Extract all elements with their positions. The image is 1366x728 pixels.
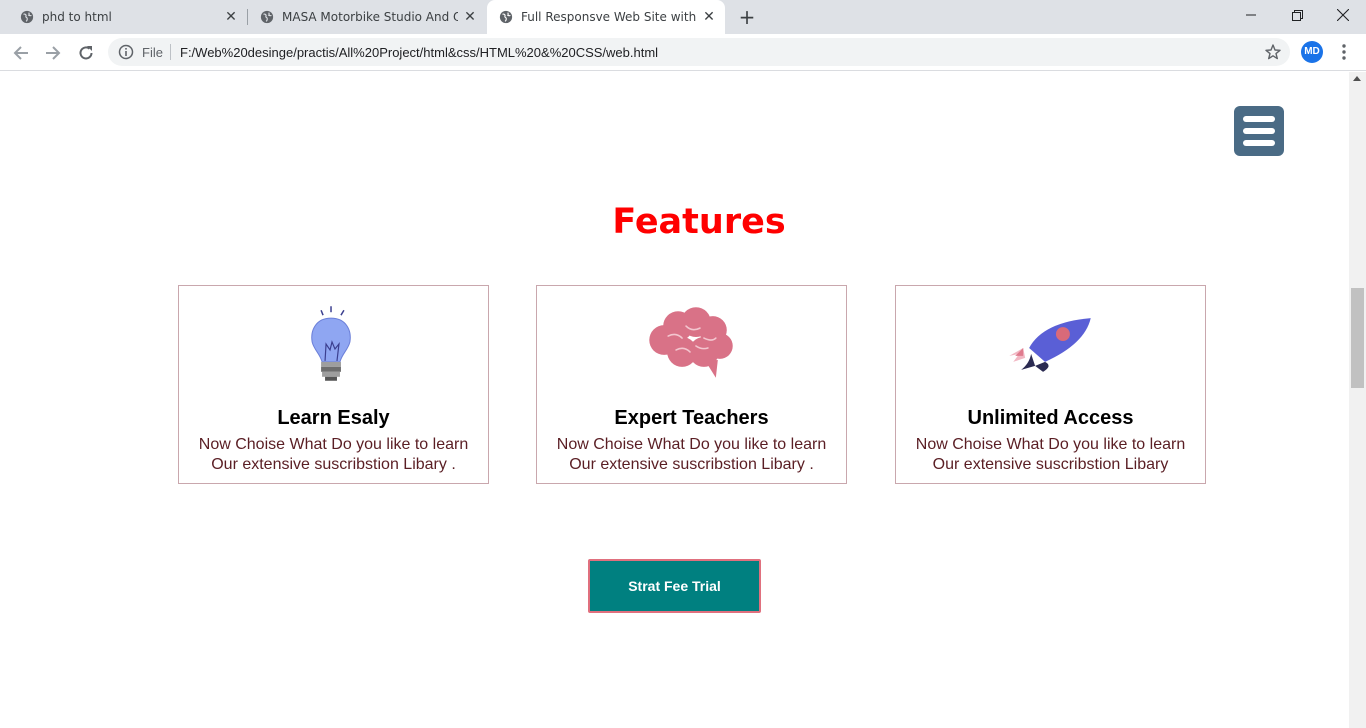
feature-card-teachers: Expert Teachers Now Choise What Do you l… [536, 285, 847, 484]
menu-bar [1243, 116, 1275, 122]
features-title: Features [612, 202, 786, 242]
info-icon[interactable] [118, 44, 134, 60]
more-vert-icon[interactable] [1336, 42, 1352, 62]
lightbulb-icon [311, 306, 351, 381]
bookmark-star-icon[interactable] [1264, 43, 1282, 61]
card-title: Unlimited Access [967, 407, 1134, 429]
arrow-right-icon [46, 46, 61, 60]
tab-title: phd to html [42, 10, 112, 24]
start-free-trial-button[interactable]: Strat Fee Trial [588, 559, 761, 613]
scroll-up-arrow-icon[interactable] [1353, 76, 1361, 81]
tab-title: MASA Motorbike Studio And Onl [282, 10, 458, 24]
close-icon [1337, 9, 1349, 21]
window-close-button[interactable] [1320, 0, 1366, 30]
close-icon[interactable]: ✕ [223, 9, 239, 25]
card-title: Learn Esaly [277, 407, 390, 429]
hamburger-menu-button[interactable] [1234, 106, 1284, 156]
new-tab-button[interactable]: + [736, 6, 758, 28]
restore-button[interactable] [1274, 0, 1320, 30]
globe-icon [20, 10, 34, 24]
tab-strip: phd to html ✕ MASA Motorbike Studio And … [0, 0, 1366, 34]
card-title: Expert Teachers [614, 407, 769, 429]
minimize-icon [1246, 14, 1256, 16]
back-button[interactable] [9, 41, 33, 65]
vertical-scrollbar[interactable] [1349, 72, 1366, 728]
arrow-left-icon [13, 46, 28, 60]
rocket-icon [1009, 318, 1091, 372]
feature-card-learn: Learn Esaly Now Choise What Do you like … [178, 285, 489, 484]
address-divider [170, 44, 171, 60]
forward-button[interactable] [41, 41, 65, 65]
close-icon[interactable]: ✕ [701, 9, 717, 25]
brain-icon [649, 307, 733, 378]
globe-icon [260, 10, 274, 24]
menu-bar [1243, 140, 1275, 146]
feature-card-access: Unlimited Access Now Choise What Do you … [895, 285, 1206, 484]
reload-icon [79, 46, 93, 60]
card-text: Now Choise What Do you like to learn Our… [198, 436, 469, 473]
close-icon[interactable]: ✕ [462, 9, 478, 25]
scroll-thumb[interactable] [1351, 288, 1364, 388]
reload-button[interactable] [74, 41, 98, 65]
web-page: Features Learn Esaly Now Choise What Do … [0, 72, 1349, 728]
profile-avatar[interactable]: MD [1301, 41, 1323, 63]
tab-phd-to-html[interactable]: phd to html ✕ [8, 0, 248, 34]
globe-icon [499, 10, 513, 24]
tab-full-responsive[interactable]: Full Responsve Web Site with htr ✕ [487, 0, 725, 34]
card-text: Now Choise What Do you like to learn Our… [556, 436, 827, 473]
browser-toolbar: File F:/Web%20desinge/practis/All%20Proj… [0, 34, 1366, 71]
url-text[interactable]: F:/Web%20desinge/practis/All%20Project/h… [180, 45, 658, 60]
tab-title: Full Responsve Web Site with htr [521, 10, 697, 24]
address-bar[interactable]: File F:/Web%20desinge/practis/All%20Proj… [108, 38, 1290, 66]
menu-bar [1243, 128, 1275, 134]
tab-masa-motorbike[interactable]: MASA Motorbike Studio And Onl ✕ [248, 0, 486, 34]
card-text: Now Choise What Do you like to learn Our… [915, 436, 1186, 473]
minimize-button[interactable] [1228, 0, 1274, 30]
scheme-label: File [142, 45, 163, 60]
restore-icon [1291, 9, 1303, 21]
